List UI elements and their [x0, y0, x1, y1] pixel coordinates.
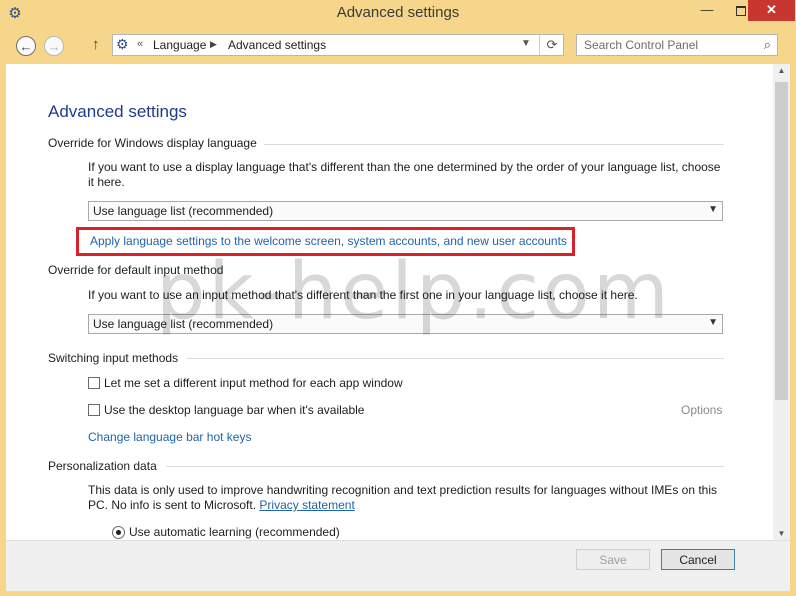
footer-bar: Save Cancel [6, 540, 790, 591]
address-bar[interactable]: ⚙ « Language ▶ Advanced settings ▼ ⟳ [112, 34, 564, 56]
change-hotkeys-link[interactable]: Change language bar hot keys [88, 430, 251, 444]
section-divider [264, 144, 724, 145]
navigation-bar: ← → ↑ ⚙ « Language ▶ Advanced settings ▼… [6, 28, 790, 64]
minimize-button[interactable]: — [690, 0, 724, 21]
address-dropdown-icon[interactable]: ▼ [521, 38, 531, 49]
per-app-input-checkbox[interactable] [88, 377, 100, 389]
desktop-language-bar-label[interactable]: Use the desktop language bar when it's a… [104, 403, 364, 417]
scroll-up-icon[interactable]: ▲ [773, 66, 790, 75]
up-button[interactable]: ↑ [92, 36, 100, 53]
language-bar-options-link[interactable]: Options [681, 403, 722, 417]
automatic-learning-radio[interactable] [112, 526, 125, 539]
forward-button[interactable]: → [44, 36, 64, 56]
display-language-select-value: Use language list (recommended) [93, 204, 274, 218]
page-title: Advanced settings [48, 102, 187, 121]
display-language-description: If you want to use a display language th… [88, 160, 721, 189]
section-switching-heading: Switching input methods [48, 351, 179, 365]
control-panel-icon: ⚙ [116, 36, 129, 52]
red-highlight-box [76, 227, 575, 256]
section-personalization-heading: Personalization data [48, 459, 157, 473]
desktop-language-bar-checkbox[interactable] [88, 404, 100, 416]
scroll-down-icon[interactable]: ▼ [773, 529, 790, 538]
input-method-description: If you want to use an input method that'… [88, 288, 638, 302]
back-button[interactable]: ← [16, 36, 36, 56]
section-input-method-heading: Override for default input method [48, 263, 224, 277]
search-input[interactable]: Search Control Panel ⌕ [576, 34, 778, 56]
close-button[interactable]: ✕ [748, 0, 795, 21]
breadcrumb-separator-icon[interactable]: ▶ [210, 39, 217, 50]
input-method-select-value: Use language list (recommended) [93, 317, 274, 331]
scrollbar-thumb[interactable] [775, 82, 788, 400]
automatic-learning-label[interactable]: Use automatic learning (recommended) [129, 525, 340, 539]
input-method-select[interactable]: Use language list (recommended) ▼ [88, 314, 723, 334]
privacy-statement-link[interactable]: Privacy statement [259, 498, 354, 512]
maximize-icon [736, 6, 746, 16]
chevron-down-icon: ▼ [708, 317, 718, 328]
window-title: Advanced settings [336, 4, 460, 21]
breadcrumb-advanced-settings[interactable]: Advanced settings [228, 38, 326, 52]
breadcrumb-language[interactable]: Language [153, 38, 206, 52]
search-icon[interactable]: ⌕ [764, 37, 771, 53]
save-button[interactable]: Save [576, 549, 650, 570]
content-pane: Advanced settings Override for Windows d… [6, 64, 790, 540]
radio-selected-dot [116, 530, 121, 535]
section-divider [187, 358, 724, 359]
search-placeholder: Search Control Panel [584, 38, 699, 52]
breadcrumb-overflow[interactable]: « [137, 38, 143, 50]
per-app-input-label[interactable]: Let me set a different input method for … [104, 376, 403, 390]
refresh-button[interactable]: ⟳ [539, 35, 564, 55]
display-language-select[interactable]: Use language list (recommended) ▼ [88, 201, 723, 221]
vertical-scrollbar[interactable]: ▲ ▼ [773, 64, 790, 540]
cancel-button[interactable]: Cancel [661, 549, 735, 570]
section-display-language-heading: Override for Windows display language [48, 136, 257, 150]
personalization-description: This data is only used to improve handwr… [88, 483, 728, 513]
section-divider [166, 466, 724, 467]
chevron-down-icon: ▼ [708, 204, 718, 215]
title-bar: ⚙ Advanced settings — ✕ [0, 0, 796, 28]
personalization-description-text: This data is only used to improve handwr… [88, 483, 718, 512]
